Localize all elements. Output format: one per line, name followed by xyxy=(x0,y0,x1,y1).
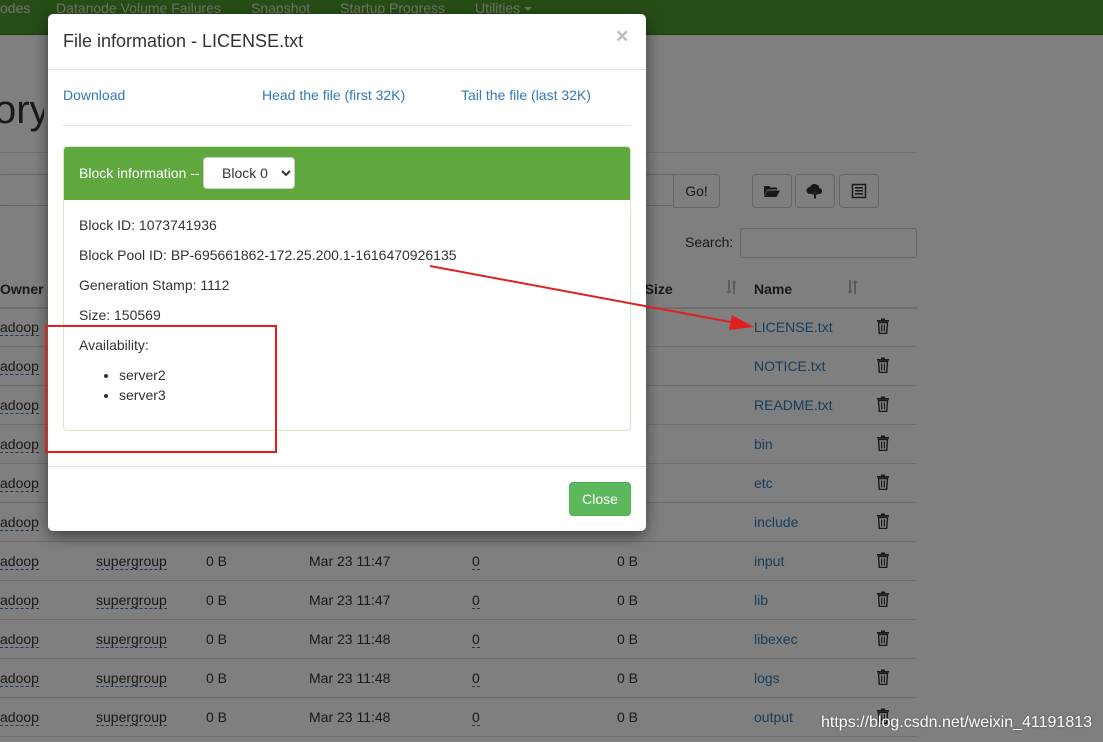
watermark-text: https://blog.csdn.net/weixin_41191813 xyxy=(821,714,1093,731)
annotation-arrow xyxy=(429,265,754,330)
